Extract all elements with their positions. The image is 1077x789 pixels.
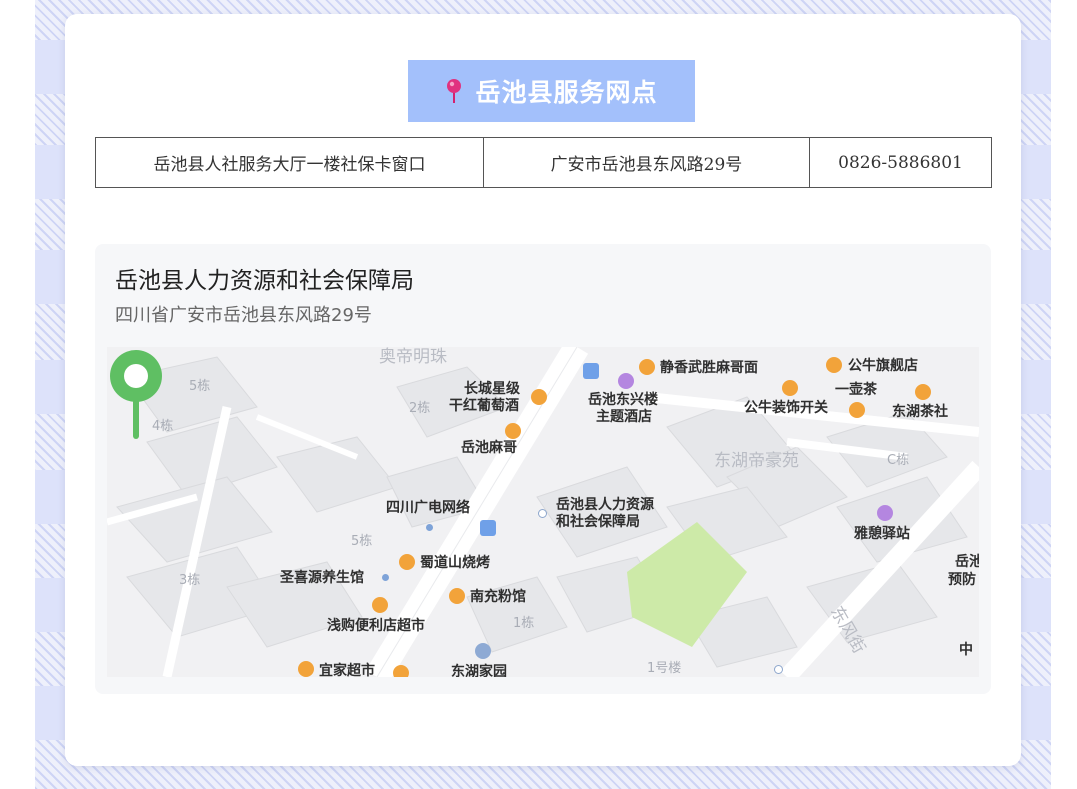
map-label: 干红葡萄酒 <box>449 398 519 414</box>
map-label: 圣喜源养生馆 <box>280 570 364 586</box>
service-point-name-cell: 岳池县人社服务大厅一楼社保卡窗口 <box>95 137 484 188</box>
shop-icon[interactable] <box>782 380 798 396</box>
map-label: 中 <box>959 642 973 658</box>
location-map[interactable]: 奥帝明珠 5栋 4栋 2栋 长城星级 干红葡萄酒 岳池麻哥 静香武胜麻哥面 岳池… <box>107 347 979 677</box>
hotel-icon[interactable] <box>877 505 893 521</box>
shop-icon[interactable] <box>372 597 388 613</box>
restaurant-icon[interactable] <box>505 423 521 439</box>
map-label: 5栋 <box>189 379 211 394</box>
section-title-badge: 岳池县服务网点 <box>408 60 695 122</box>
supermarket-icon[interactable] <box>298 661 314 677</box>
map-label: 岳池麻哥 <box>461 440 517 456</box>
map-label: 岳池县人力资源 <box>556 497 654 513</box>
map-label: 奥帝明珠 <box>379 347 447 367</box>
map-label: 2栋 <box>409 401 431 416</box>
map-label: 公牛装饰开关 <box>744 400 828 416</box>
map-label: 5栋 <box>351 534 373 549</box>
service-point-address-cell: 广安市岳池县东风路29号 <box>483 137 810 188</box>
map-label: 1栋 <box>513 616 535 631</box>
map-label: 雅憩驿站 <box>854 526 910 542</box>
shop-icon[interactable] <box>393 665 409 677</box>
map-label: 岳池 <box>955 554 979 570</box>
map-label: 岳池东兴楼 <box>588 392 658 408</box>
map-label: 主题酒店 <box>596 409 652 425</box>
map-label: 1号楼 <box>647 661 682 676</box>
service-point-card: 岳池县服务网点 岳池县人社服务大厅一楼社保卡窗口 广安市岳池县东风路29号 08… <box>65 14 1021 766</box>
table-row: 岳池县人社服务大厅一楼社保卡窗口 广安市岳池县东风路29号 0826-58868… <box>95 137 992 188</box>
map-label: 静香武胜麻哥面 <box>660 360 758 376</box>
poi-dot-icon[interactable] <box>382 574 389 581</box>
tea-house-icon[interactable] <box>915 384 931 400</box>
restaurant-icon[interactable] <box>399 554 415 570</box>
map-label: 东湖家园 <box>451 664 507 677</box>
map-label: 东湖帝豪苑 <box>714 451 799 471</box>
map-pin-icon <box>445 78 463 104</box>
map-label: 南充粉馆 <box>470 589 526 605</box>
map-label: 东湖茶社 <box>892 404 948 420</box>
map-label: 蜀道山烧烤 <box>420 555 490 571</box>
location-marker-icon[interactable] <box>107 347 165 443</box>
map-label: 公牛旗舰店 <box>848 358 918 374</box>
map-label: 一壶茶 <box>835 382 877 398</box>
map-label: 和社会保障局 <box>556 514 640 530</box>
service-point-table: 岳池县人社服务大厅一楼社保卡窗口 广安市岳池县东风路29号 0826-58868… <box>95 137 992 188</box>
hotel-icon[interactable] <box>618 373 634 389</box>
map-label: C栋 <box>887 453 910 468</box>
map-label: 长城星级 <box>464 381 520 397</box>
bus-stop-icon[interactable] <box>583 363 599 379</box>
poi-dot-icon <box>774 665 783 674</box>
location-card: 岳池县人力资源和社会保障局 四川省广安市岳池县东风路29号 奥帝明珠 5栋 4栋… <box>95 244 991 694</box>
location-name: 岳池县人力资源和社会保障局 <box>115 268 414 294</box>
map-label: 3栋 <box>179 573 201 588</box>
bus-stop-icon[interactable] <box>480 520 496 536</box>
wine-shop-icon[interactable] <box>531 389 547 405</box>
map-label: 宜家超市 <box>319 663 375 677</box>
tea-house-icon[interactable] <box>849 402 865 418</box>
poi-dot-icon[interactable] <box>426 524 433 531</box>
map-label: 浅购便利店超市 <box>327 618 425 634</box>
residential-icon[interactable] <box>475 643 491 659</box>
map-label: 预防 <box>948 572 976 588</box>
restaurant-icon[interactable] <box>639 359 655 375</box>
service-point-phone-cell[interactable]: 0826-5886801 <box>809 137 992 188</box>
shop-icon[interactable] <box>826 357 842 373</box>
location-address: 四川省广安市岳池县东风路29号 <box>115 305 372 326</box>
restaurant-icon[interactable] <box>449 588 465 604</box>
section-title: 岳池县服务网点 <box>475 78 658 107</box>
location-dot-icon <box>538 509 547 518</box>
map-label: 四川广电网络 <box>386 500 470 516</box>
